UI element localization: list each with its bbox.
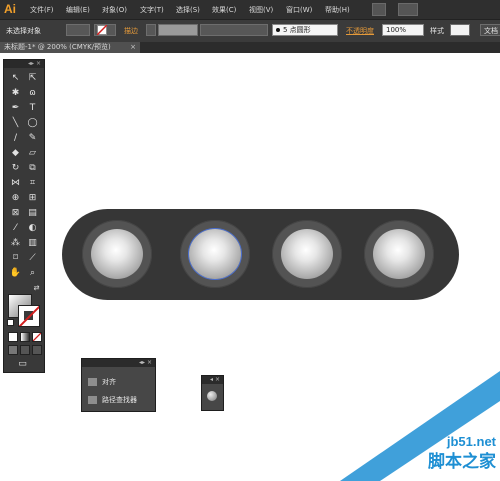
blob-brush-tool-icon[interactable]: ◆: [9, 147, 22, 159]
style-label: 样式: [430, 27, 444, 35]
blend-tool-icon[interactable]: ◐: [26, 222, 39, 234]
appearance-icon[interactable]: [207, 391, 217, 401]
stroke-color-dropdown[interactable]: [94, 24, 116, 36]
mesh-tool-icon[interactable]: ⊠: [9, 207, 22, 219]
draw-behind-icon[interactable]: [20, 345, 30, 355]
menu-select[interactable]: 选择(S): [176, 5, 200, 15]
menu-edit[interactable]: 编辑(E): [66, 5, 90, 15]
stroke-label[interactable]: 描边: [124, 26, 138, 36]
close-icon[interactable]: ×: [130, 42, 136, 53]
none-mode-icon[interactable]: [32, 332, 42, 342]
type-tool-icon[interactable]: T: [26, 102, 39, 114]
brush-definition-dropdown[interactable]: 5 点圆形: [272, 24, 338, 36]
knob-3-gradient: [281, 229, 333, 279]
knob-2[interactable]: [180, 220, 250, 288]
no-stroke-icon: [97, 25, 107, 35]
gradient-tool-icon[interactable]: ▤: [26, 207, 39, 219]
menu-type[interactable]: 文字(T): [140, 5, 164, 15]
knob-3[interactable]: [272, 220, 342, 288]
knob-1-gradient: [91, 229, 143, 279]
eraser-tool-icon[interactable]: ▱: [26, 147, 39, 159]
stroke-swatch[interactable]: [18, 305, 40, 327]
default-fill-stroke-icon[interactable]: [7, 319, 14, 326]
document-tab-bar: 未标题-1* @ 200% (CMYK/预览) ×: [0, 42, 500, 53]
magic-wand-tool-icon[interactable]: ✱: [9, 87, 22, 99]
tools-panel-header[interactable]: ◂▸ ×: [4, 60, 44, 68]
draw-normal-icon[interactable]: [8, 345, 18, 355]
panel-item-align[interactable]: 对齐: [88, 377, 116, 387]
width-tool-icon[interactable]: ⋈: [9, 177, 22, 189]
watermark-name: 脚本之家: [428, 452, 496, 472]
artboard-tool-icon[interactable]: ⌑: [9, 252, 22, 264]
bridge-button[interactable]: [372, 3, 386, 16]
align-pathfinder-panel: ◂▸ × 对齐 路径查找器: [81, 358, 156, 412]
menu-file[interactable]: 文件(F): [30, 5, 54, 15]
slice-tool-icon[interactable]: ⟋: [26, 252, 39, 264]
arrange-documents-button[interactable]: [398, 3, 418, 16]
scale-tool-icon[interactable]: ⧉: [26, 162, 39, 174]
menu-window[interactable]: 窗口(W): [286, 5, 312, 15]
knob-4-gradient: [373, 229, 425, 279]
zoom-tool-icon[interactable]: ⌕: [26, 267, 39, 279]
swap-fill-stroke-icon[interactable]: ⇄: [30, 282, 43, 294]
graphic-style-dropdown[interactable]: [450, 24, 470, 36]
opacity-input[interactable]: 100%: [382, 24, 424, 36]
menu-effect[interactable]: 效果(C): [212, 5, 236, 15]
brush-dot-icon: [276, 28, 280, 32]
stroke-weight-stepper[interactable]: [146, 24, 156, 36]
knob-1[interactable]: [82, 220, 152, 288]
document-tab[interactable]: 未标题-1* @ 200% (CMYK/预览) ×: [0, 42, 140, 53]
symbol-sprayer-tool-icon[interactable]: ⁂: [9, 237, 22, 249]
panel-item-align-label: 对齐: [102, 378, 116, 386]
none-slash-icon: [33, 333, 41, 341]
column-graph-tool-icon[interactable]: ▥: [26, 237, 39, 249]
stroke-weight-input[interactable]: [158, 24, 198, 36]
gradient-mode-icon[interactable]: [20, 332, 30, 342]
pencil-tool-icon[interactable]: ✎: [26, 132, 39, 144]
lasso-tool-icon[interactable]: ɷ: [26, 87, 39, 99]
watermark: jb51.net 脚本之家: [340, 371, 500, 481]
app-logo: Ai: [4, 2, 16, 16]
panel-item-pathfinder-label: 路径查找器: [102, 396, 137, 404]
perspective-grid-tool-icon[interactable]: ⊞: [26, 192, 39, 204]
hand-tool-icon[interactable]: ✋: [9, 267, 22, 279]
free-transform-tool-icon[interactable]: ⌗: [26, 177, 39, 189]
collapsed-panel: ◂ ×: [201, 375, 224, 411]
ellipse-tool-icon[interactable]: ◯: [26, 117, 39, 129]
menu-help[interactable]: 帮助(H): [325, 5, 350, 15]
color-mode-icon[interactable]: [8, 332, 18, 342]
shape-builder-tool-icon[interactable]: ⊕: [9, 192, 22, 204]
menu-view[interactable]: 视图(V): [249, 5, 273, 15]
draw-inside-icon[interactable]: [32, 345, 42, 355]
opacity-label[interactable]: 不透明度: [346, 26, 374, 36]
knob-2-gradient-selected: [189, 229, 241, 279]
document-tab-title: 未标题-1* @ 200% (CMYK/预览): [4, 43, 111, 51]
screen-mode-icon[interactable]: ▭: [16, 358, 29, 370]
eyedropper-tool-icon[interactable]: ⁄: [9, 222, 22, 234]
document-setup-label: 文档: [484, 27, 498, 35]
direct-selection-tool-icon[interactable]: ⇱: [26, 72, 39, 84]
selection-tool-icon[interactable]: ↖: [9, 72, 22, 84]
document-setup-button[interactable]: 文档: [480, 24, 500, 36]
align-icon: [88, 378, 97, 386]
panel-item-pathfinder[interactable]: 路径查找器: [88, 395, 137, 405]
pathfinder-icon: [88, 396, 97, 404]
menu-object[interactable]: 对象(O): [102, 5, 127, 15]
paintbrush-tool-icon[interactable]: ∕: [9, 132, 22, 144]
selection-status: 未选择对象: [6, 27, 41, 35]
brush-definition-value: 5 点圆形: [283, 26, 311, 34]
control-bar: 未选择对象 描边 5 点圆形 不透明度 100% 样式 文档: [0, 20, 500, 43]
stroke-swatch-hole: [24, 311, 33, 320]
rotate-tool-icon[interactable]: ↻: [9, 162, 22, 174]
tools-panel: ◂▸ × ↖ ⇱ ✱ ɷ ✒ T ╲ ◯ ∕ ✎ ◆ ▱ ↻ ⧉ ⋈ ⌗ ⊕ ⊞…: [3, 59, 45, 373]
line-tool-icon[interactable]: ╲: [9, 117, 22, 129]
pen-tool-icon[interactable]: ✒: [9, 102, 22, 114]
fill-color-dropdown[interactable]: [66, 24, 90, 36]
knob-4[interactable]: [364, 220, 434, 288]
menu-bar: Ai 文件(F) 编辑(E) 对象(O) 文字(T) 选择(S) 效果(C) 视…: [0, 0, 500, 20]
collapsed-panel-header[interactable]: ◂ ×: [202, 376, 223, 384]
align-pathfinder-panel-header[interactable]: ◂▸ ×: [82, 359, 155, 367]
variable-width-profile-dropdown[interactable]: [200, 24, 268, 36]
